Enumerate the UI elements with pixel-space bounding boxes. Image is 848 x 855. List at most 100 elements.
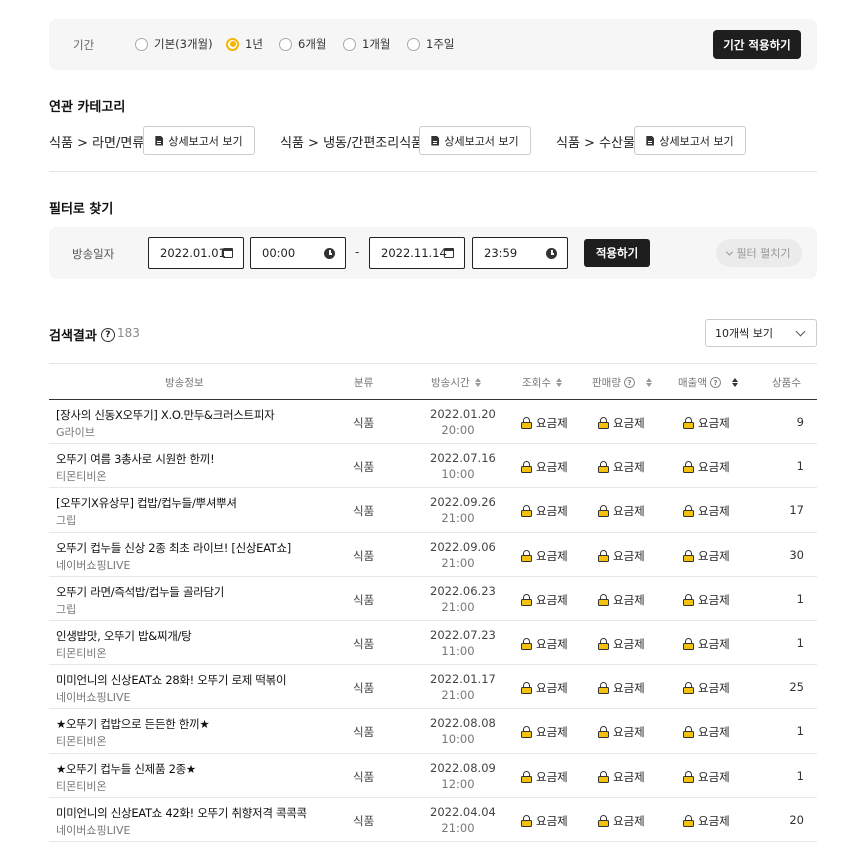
views-cell[interactable]: 요금제 [521,813,568,829]
broadcast-title[interactable]: ★오뚜기 컵누들 신제품 2종★ [56,761,196,777]
table-row[interactable]: 미미언니의 신상EAT쇼 28화! 오뚜기 로제 떡볶이 네이버쇼핑LIVE 식… [49,665,817,710]
sort-icon[interactable] [555,378,562,387]
sort-icon[interactable] [474,378,481,387]
sales-cell[interactable]: 요금제 [598,592,645,608]
table-row[interactable]: 인생밥맛, 오뚜기 밥&찌개/탕 티몬티비온 식품 2022.07.23 11:… [49,621,817,666]
apply-filter-button[interactable]: 적용하기 [584,239,650,267]
radio-icon[interactable] [343,37,356,51]
revenue-cell[interactable]: 요금제 [683,813,730,829]
end-date-field[interactable]: 2022.11.14 [369,237,465,269]
end-date-value: 2022.11.14 [381,246,447,260]
revenue-cell[interactable]: 요금제 [683,503,730,519]
broadcast-title[interactable]: 오뚜기 컵누들 신상 2종 최초 라이브! [신상EAT쇼] [56,540,291,556]
views-cell[interactable]: 요금제 [521,459,568,475]
filter-title: 필터로 찾기 [49,202,114,217]
revenue-cell[interactable]: 요금제 [683,415,730,431]
report-button[interactable]: 상세보고서 보기 [419,126,531,155]
broadcast-title[interactable]: [장사의 신동X오뚜기] X.O.만두&크러스트피자 [56,407,275,423]
column-header-views[interactable]: 조회수 [522,375,562,390]
broadcast-date: 2022.01.20 [430,407,496,421]
period-option-default[interactable]: 기본(3개월) [135,36,213,52]
table-row[interactable]: 오뚜기 라면/즉석밥/컵누들 골라담기 그립 식품 2022.06.23 21:… [49,577,817,621]
help-icon[interactable]: ? [623,377,635,388]
table-row[interactable]: 오뚜기 여름 3총사로 시원한 한끼! 티몬티비온 식품 2022.07.16 … [49,444,817,489]
views-cell[interactable]: 요금제 [521,592,568,608]
broadcast-title[interactable]: 미미언니의 신상EAT쇼 28화! 오뚜기 로제 떡볶이 [56,672,287,688]
broadcast-title[interactable]: [오뚜기X유상무] 컵밥/컵누들/뿌셔뿌셔 [56,495,237,511]
clock-icon[interactable] [546,248,557,259]
broadcast-title[interactable]: 오뚜기 라면/즉석밥/컵누들 골라담기 [56,584,224,600]
views-cell[interactable]: 요금제 [521,503,568,519]
start-time-field[interactable]: 00:00 [250,237,346,269]
clock-icon[interactable] [324,248,335,259]
table-row[interactable]: ★오뚜기 컵누들 신제품 2종★ 티몬티비온 식품 2022.08.09 12:… [49,754,817,798]
period-option-6months[interactable]: 6개월 [279,36,326,52]
views-cell[interactable]: 요금제 [521,415,568,431]
report-button[interactable]: 상세보고서 보기 [634,126,746,155]
sales-cell[interactable]: 요금제 [598,813,645,829]
sales-cell[interactable]: 요금제 [598,503,645,519]
revenue-cell[interactable]: 요금제 [683,459,730,475]
table-header: 방송정보 분류 방송시간 조회수 판매량 ? 매출액 ? 상품수 [49,363,817,400]
table-row[interactable]: ★오뚜기 컵밥으로 든든한 한끼★ 티몬티비온 식품 2022.08.08 10… [49,709,817,754]
channel-name: 그립 [56,514,77,528]
period-option-1week[interactable]: 1주일 [407,36,454,52]
views-cell[interactable]: 요금제 [521,724,568,740]
category-cell: 식품 [353,813,375,828]
start-date-field[interactable]: 2022.01.01 [148,237,244,269]
report-button-label: 상세보고서 보기 [659,134,734,148]
views-cell[interactable]: 요금제 [521,548,568,564]
sales-cell[interactable]: 요금제 [598,680,645,696]
sort-icon[interactable] [645,378,652,387]
broadcast-title[interactable]: 오뚜기 여름 3총사로 시원한 한끼! [56,451,215,467]
radio-icon[interactable] [279,37,292,51]
period-option-label: 기본(3개월) [154,37,213,51]
broadcast-title[interactable]: 인생밥맛, 오뚜기 밥&찌개/탕 [56,628,192,644]
radio-checked-icon[interactable] [226,37,239,51]
paid-plan-label: 요금제 [613,592,645,607]
sales-cell[interactable]: 요금제 [598,769,645,785]
sort-icon[interactable] [731,378,738,387]
table-row[interactable]: [오뚜기X유상무] 컵밥/컵누들/뿌셔뿌셔 그립 식품 2022.09.26 2… [49,488,817,533]
report-button[interactable]: 상세보고서 보기 [143,126,255,155]
views-cell[interactable]: 요금제 [521,769,568,785]
expand-filter-button[interactable]: 필터 펼치기 [716,239,802,267]
calendar-icon[interactable] [444,248,454,258]
views-cell[interactable]: 요금제 [521,680,568,696]
help-icon[interactable]: ? [100,327,115,342]
column-header-broadcast-time[interactable]: 방송시간 [431,375,481,390]
calendar-icon[interactable] [223,248,233,258]
radio-icon[interactable] [135,37,148,51]
sales-cell[interactable]: 요금제 [598,548,645,564]
sales-cell[interactable]: 요금제 [598,459,645,475]
column-header-sales[interactable]: 판매량 ? [592,375,652,390]
revenue-cell[interactable]: 요금제 [683,769,730,785]
lock-icon [521,682,532,695]
lock-icon [521,814,532,827]
sales-cell[interactable]: 요금제 [598,724,645,740]
broadcast-title[interactable]: 미미언니의 신상EAT쇼 42화! 오뚜기 취향저격 콕콕콕 [56,805,307,821]
sales-cell[interactable]: 요금제 [598,636,645,652]
table-row[interactable]: 오뚜기 컵누들 신상 2종 최초 라이브! [신상EAT쇼] 네이버쇼핑LIVE… [49,533,817,577]
apply-period-button[interactable]: 기간 적용하기 [713,30,801,59]
broadcast-title[interactable]: ★오뚜기 컵밥으로 든든한 한끼★ [56,716,210,732]
table-row[interactable]: 미미언니의 신상EAT쇼 42화! 오뚜기 취향저격 콕콕콕 네이버쇼핑LIVE… [49,798,817,842]
period-option-1month[interactable]: 1개월 [343,36,390,52]
table-row[interactable]: [장사의 신동X오뚜기] X.O.만두&크러스트피자 G라이브 식품 2022.… [49,400,817,445]
revenue-cell[interactable]: 요금제 [683,592,730,608]
sales-cell[interactable]: 요금제 [598,415,645,431]
views-cell[interactable]: 요금제 [521,636,568,652]
revenue-cell[interactable]: 요금제 [683,724,730,740]
per-page-select[interactable]: 10개씩 보기 [705,319,817,347]
radio-icon[interactable] [407,37,420,51]
column-header-revenue[interactable]: 매출액 ? [678,375,738,390]
revenue-cell[interactable]: 요금제 [683,680,730,696]
revenue-cell[interactable]: 요금제 [683,636,730,652]
end-time-field[interactable]: 23:59 [472,237,568,269]
help-icon[interactable]: ? [709,377,721,388]
period-option-1year[interactable]: 1년 [226,36,263,52]
category-cell: 식품 [353,725,375,740]
lock-icon [598,505,609,518]
revenue-cell[interactable]: 요금제 [683,548,730,564]
lock-icon [683,461,694,474]
